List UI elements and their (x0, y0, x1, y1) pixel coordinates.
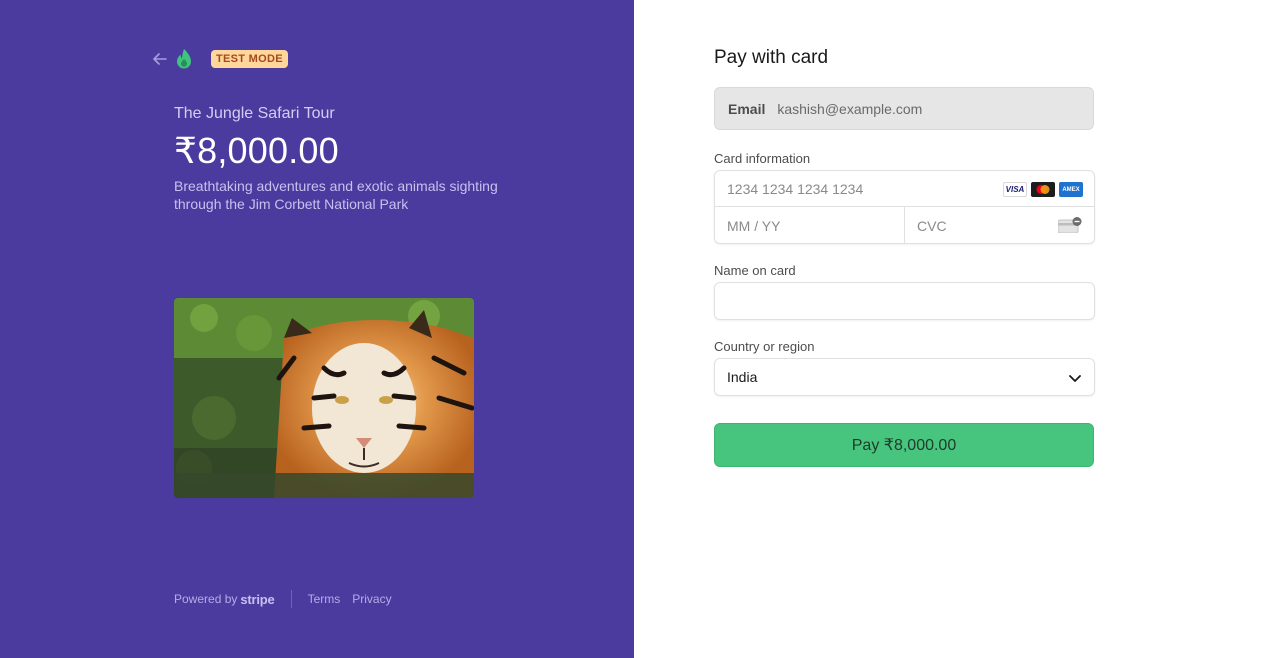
top-bar: TEST MODE (151, 47, 288, 71)
flame-logo-icon (177, 49, 191, 69)
form-title: Pay with card (714, 47, 829, 68)
country-value: India (727, 369, 758, 385)
visa-icon: VISA (1003, 182, 1027, 197)
cvc-field[interactable] (905, 207, 1094, 244)
expiry-input[interactable] (715, 207, 904, 244)
footer-divider (290, 590, 292, 608)
cvc-card-icon (1058, 217, 1082, 233)
name-on-card-field[interactable] (714, 282, 1095, 320)
card-brands: VISA AMEX (1003, 182, 1083, 197)
amex-icon: AMEX (1059, 182, 1083, 197)
mastercard-icon (1031, 182, 1055, 197)
back-button[interactable] (151, 50, 169, 68)
email-field[interactable]: Email kashish@example.com (714, 87, 1094, 130)
powered-by[interactable]: Powered by stripe (174, 592, 275, 607)
payment-panel: Pay with card Email kashish@example.com … (634, 0, 1265, 658)
terms-link[interactable]: Terms (308, 592, 341, 606)
card-info-group: VISA AMEX (714, 170, 1095, 244)
stripe-logo: stripe (240, 591, 275, 607)
country-label: Country or region (714, 339, 815, 354)
email-label: Email (728, 100, 766, 117)
name-on-card-input[interactable] (715, 283, 1094, 319)
card-info-label: Card information (714, 151, 811, 166)
product-price: ₹8,000.00 (174, 130, 339, 171)
product-image (174, 298, 474, 498)
country-select[interactable]: India (714, 358, 1095, 396)
product-description: Breathtaking adventures and exotic anima… (174, 178, 498, 212)
card-number-field[interactable]: VISA AMEX (715, 171, 1094, 207)
email-value: kashish@example.com (777, 100, 923, 117)
product-name: The Jungle Safari Tour (174, 105, 335, 122)
pay-button[interactable]: Pay ₹8,000.00 (714, 423, 1094, 467)
tiger-photo (174, 298, 474, 498)
arrow-left-icon (153, 53, 167, 65)
powered-by-label: Powered by (174, 592, 238, 606)
product-panel: TEST MODE The Jungle Safari Tour ₹8,000.… (0, 0, 634, 658)
footer: Powered by stripe Terms Privacy (174, 590, 404, 608)
expiry-field[interactable] (715, 207, 905, 244)
name-on-card-label: Name on card (714, 263, 796, 278)
test-mode-badge: TEST MODE (211, 50, 288, 68)
chevron-down-icon (1069, 375, 1081, 382)
privacy-link[interactable]: Privacy (352, 592, 391, 606)
